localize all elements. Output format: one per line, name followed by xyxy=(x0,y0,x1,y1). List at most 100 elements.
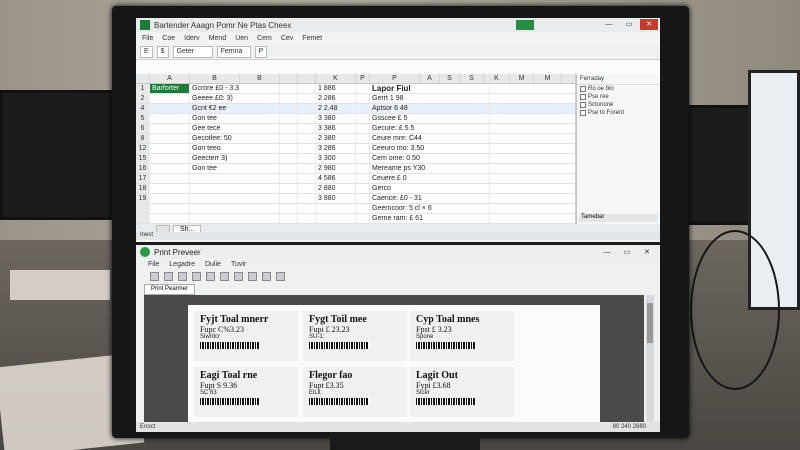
toolbar-button[interactable]: E xyxy=(140,46,153,58)
table-cell[interactable] xyxy=(280,194,298,203)
table-cell[interactable] xyxy=(150,174,190,183)
table-cell[interactable]: Ceuere £ 0 xyxy=(370,174,490,183)
menu-item[interactable]: Cev xyxy=(281,35,293,42)
table-cell[interactable] xyxy=(298,124,316,133)
table-cell[interactable]: 3 386 xyxy=(316,124,356,133)
table-cell[interactable] xyxy=(150,94,190,103)
redo-icon[interactable] xyxy=(192,272,201,281)
menu-item[interactable]: Mend xyxy=(209,35,227,42)
menu-item[interactable]: Tuvir xyxy=(231,261,246,268)
task-pane-item[interactable]: Pse to Forent xyxy=(577,109,660,117)
task-pane-item[interactable]: Ro oe blo xyxy=(577,85,660,93)
table-cell[interactable]: Caence: £0 - 31 xyxy=(370,194,490,203)
row-number[interactable]: 5 xyxy=(136,114,150,123)
table-row[interactable]: 6 Gee tece 3 386 Gecure: £ 5.5 xyxy=(136,124,575,134)
table-row[interactable]: 17 4 586 Ceuere £ 0 xyxy=(136,174,575,184)
table-cell[interactable] xyxy=(280,144,298,153)
column-header[interactable]: M xyxy=(510,74,534,83)
table-cell[interactable] xyxy=(280,214,298,223)
table-cell[interactable]: Gee tece xyxy=(190,124,280,133)
table-cell[interactable] xyxy=(356,174,370,183)
table-cell[interactable] xyxy=(298,184,316,193)
row-number[interactable]: 2 xyxy=(136,94,150,103)
column-header[interactable] xyxy=(136,74,150,83)
table-cell[interactable] xyxy=(190,204,280,213)
table-row[interactable]: Gerne ram: £ 61 xyxy=(136,214,575,224)
table-row[interactable]: 19 3 880 Caence: £0 - 31 xyxy=(136,194,575,204)
font-select[interactable]: Geter xyxy=(172,46,213,58)
column-header[interactable]: P xyxy=(370,74,420,83)
minimize-button[interactable]: — xyxy=(600,19,618,30)
table-cell[interactable] xyxy=(190,194,280,203)
table-cell[interactable] xyxy=(190,184,280,193)
table-cell[interactable] xyxy=(150,164,190,173)
table-cell[interactable]: 1 886 xyxy=(316,84,356,93)
row-number[interactable]: 6 xyxy=(136,124,150,133)
table-cell[interactable] xyxy=(280,114,298,123)
vertical-scrollbar[interactable] xyxy=(646,295,654,423)
currency-button[interactable]: $ xyxy=(156,46,169,58)
table-cell[interactable] xyxy=(150,144,190,153)
table-cell[interactable] xyxy=(298,114,316,123)
close-button[interactable]: ✕ xyxy=(638,247,656,258)
menu-item[interactable]: Cem xyxy=(257,35,272,42)
table-cell[interactable]: Lapor Fiul xyxy=(370,84,490,93)
table-cell[interactable] xyxy=(298,144,316,153)
table-cell[interactable] xyxy=(280,124,298,133)
save-icon[interactable] xyxy=(164,272,173,281)
table-cell[interactable] xyxy=(150,134,190,143)
maximize-button[interactable]: ▭ xyxy=(620,19,638,30)
table-cell[interactable]: Aptsor 6 48 xyxy=(370,104,490,113)
minimize-button[interactable]: — xyxy=(598,247,616,258)
table-cell[interactable]: Gerco xyxy=(370,184,490,193)
table-cell[interactable] xyxy=(356,184,370,193)
table-cell[interactable]: Gon tee xyxy=(190,164,280,173)
table-cell[interactable] xyxy=(280,134,298,143)
row-number[interactable] xyxy=(136,204,150,213)
undo-icon[interactable] xyxy=(178,272,187,281)
spreadsheet-grid[interactable]: ABBKPPASSKMM 1 Barforter Gcrore £0 - 3.3 1 … xyxy=(136,74,576,224)
table-cell[interactable] xyxy=(356,214,370,223)
table-cell[interactable]: 2 286 xyxy=(316,94,356,103)
column-header[interactable]: K xyxy=(316,74,356,83)
table-cell[interactable] xyxy=(280,204,298,213)
column-header[interactable]: K xyxy=(484,74,510,83)
table-cell[interactable] xyxy=(356,194,370,203)
table-cell[interactable]: Geecterr 3) xyxy=(190,154,280,163)
table-cell[interactable]: Cem ome: 0.50 xyxy=(370,154,490,163)
table-cell[interactable] xyxy=(190,214,280,223)
table-cell[interactable] xyxy=(356,144,370,153)
menu-item[interactable]: Legadre xyxy=(169,261,195,268)
table-cell[interactable] xyxy=(356,154,370,163)
table-cell[interactable] xyxy=(298,194,316,203)
table-cell[interactable]: Gerne ram: £ 61 xyxy=(370,214,490,223)
table-cell[interactable] xyxy=(150,114,190,123)
table-cell[interactable] xyxy=(356,114,370,123)
paste-icon[interactable] xyxy=(220,272,229,281)
settings-icon[interactable] xyxy=(276,272,285,281)
row-number[interactable]: 18 xyxy=(136,184,150,193)
product-label[interactable]: Eagi Toal rne Fupt S 9.36 SC 63 xyxy=(194,367,298,417)
row-number[interactable]: 19 xyxy=(136,194,150,203)
table-cell[interactable] xyxy=(280,94,298,103)
table-cell[interactable] xyxy=(356,124,370,133)
table-cell[interactable]: Mereame ps Y30 xyxy=(370,164,490,173)
table-cell[interactable]: 2 980 xyxy=(316,164,356,173)
table-cell[interactable] xyxy=(280,84,298,93)
zoom-icon[interactable] xyxy=(234,272,243,281)
table-cell[interactable] xyxy=(356,134,370,143)
row-number[interactable]: 15 xyxy=(136,154,150,163)
task-pane-item[interactable]: Pse ree xyxy=(577,93,660,101)
column-header[interactable] xyxy=(298,74,316,83)
table-cell[interactable] xyxy=(356,204,370,213)
scroll-thumb[interactable] xyxy=(647,303,653,343)
row-number[interactable] xyxy=(136,214,150,223)
table-cell[interactable] xyxy=(316,204,356,213)
menu-item[interactable]: Iderv xyxy=(184,35,200,42)
row-number[interactable]: 4 xyxy=(136,104,150,113)
table-cell[interactable] xyxy=(280,104,298,113)
table-cell[interactable] xyxy=(150,204,190,213)
table-row[interactable]: 12 Gon teeo 3 286 Ceeuro mo: 3.50 xyxy=(136,144,575,154)
menu-file[interactable]: File xyxy=(142,35,153,42)
table-row[interactable]: 15 Geecterr 3) 3 300 Cem ome: 0.50 xyxy=(136,154,575,164)
